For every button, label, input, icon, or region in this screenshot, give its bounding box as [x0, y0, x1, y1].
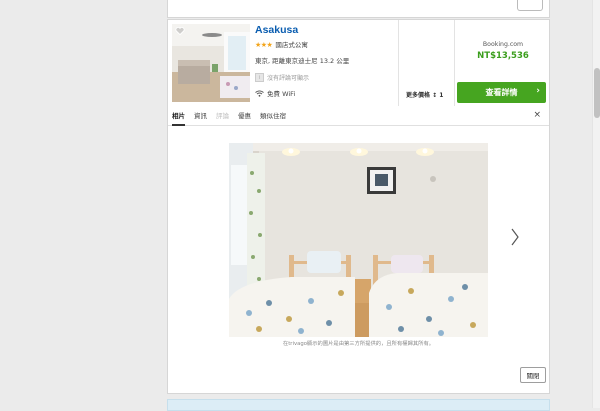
- review-status-text: 沒有評論可顯示: [267, 75, 310, 82]
- tab-reviews: 評論: [216, 111, 229, 120]
- tab-photos[interactable]: 相片: [172, 106, 185, 126]
- hotel-type: 國店式公寓: [275, 41, 308, 49]
- hotel-thumbnail[interactable]: [172, 24, 250, 102]
- amenity-wifi: 免費 WiFi: [255, 88, 395, 98]
- page-scrollbar[interactable]: [592, 0, 600, 408]
- heart-icon[interactable]: [175, 26, 185, 36]
- gallery-photo[interactable]: [229, 143, 488, 337]
- column-divider: [398, 20, 399, 106]
- close-button[interactable]: 關閉: [520, 367, 546, 383]
- column-divider: [454, 20, 455, 106]
- tab-info[interactable]: 資訊: [194, 106, 207, 126]
- hotel-rating-row: ★★★ 國店式公寓: [255, 39, 395, 49]
- deal-price[interactable]: NT$13,536: [456, 51, 550, 61]
- page-background: [0, 0, 165, 408]
- deal-provider: Booking.com: [482, 41, 524, 48]
- review-score-icon: i: [255, 73, 264, 82]
- detail-tabs: 相片 資訊 評論 優惠 類似住宿 ×: [168, 106, 549, 126]
- amenity-wifi-label: 免費 WiFi: [267, 90, 296, 98]
- hotel-location[interactable]: 東京, 距離東京迪士尼 13.2 公里: [255, 55, 395, 65]
- close-icon[interactable]: ×: [533, 111, 541, 120]
- review-status: i 沒有評論可顯示: [255, 73, 395, 82]
- previous-card-close-button[interactable]: [517, 0, 543, 11]
- hotel-info: Asakusa ★★★ 國店式公寓 東京, 距離東京迪士尼 13.2 公里 i 沒…: [255, 24, 395, 98]
- best-deal: Booking.com NT$13,536 查看詳情 ›: [456, 20, 550, 106]
- previous-result-card: [167, 0, 550, 18]
- more-prices-link[interactable]: 更多價格 ↕ 1: [406, 90, 443, 99]
- star-rating: ★★★: [255, 41, 273, 49]
- tab-deals[interactable]: 優惠: [238, 106, 251, 126]
- chevron-right-icon: ›: [536, 86, 540, 96]
- next-result-card: [167, 399, 550, 411]
- chevron-right-icon[interactable]: [510, 227, 520, 247]
- photo-caption: 在trivago顯示的圖片是由第三方所提供的，且所有權歸其所有。: [282, 341, 435, 347]
- hotel-result-card: Asakusa ★★★ 國店式公寓 東京, 距離東京迪士尼 13.2 公里 i 沒…: [167, 19, 550, 394]
- wifi-icon: [255, 90, 264, 97]
- tab-similar[interactable]: 類似住宿: [260, 106, 286, 126]
- view-deal-label: 查看詳情: [485, 88, 518, 97]
- hotel-name[interactable]: Asakusa: [255, 24, 395, 36]
- scrollbar-thumb[interactable]: [594, 68, 600, 118]
- view-deal-button[interactable]: 查看詳情 ›: [457, 82, 546, 103]
